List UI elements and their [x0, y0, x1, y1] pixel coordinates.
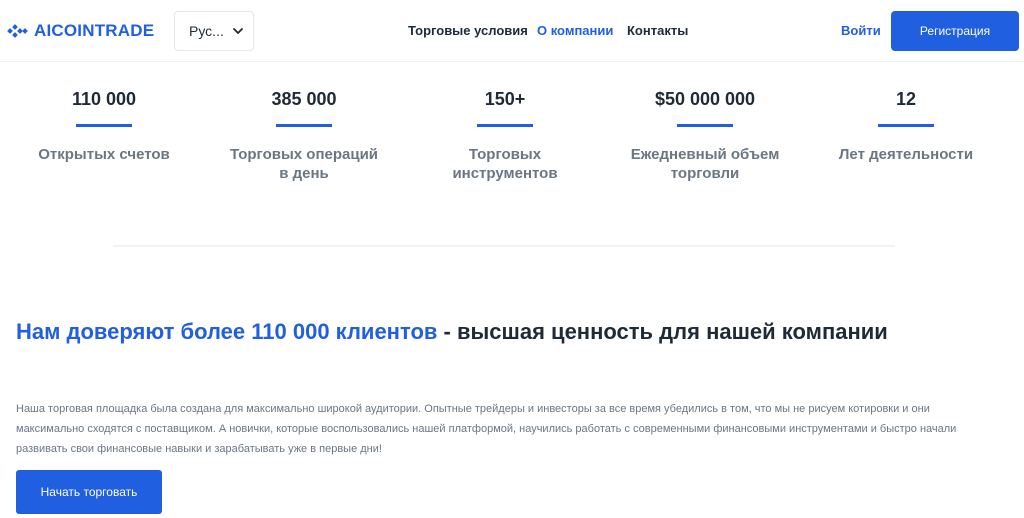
heading-highlight: Нам доверяют более 110 000 клиентов	[16, 319, 438, 344]
stat-value: 12	[895, 89, 917, 109]
site-header: AICOINTRADE Рус... Торговые условия О ко…	[0, 0, 1024, 62]
stat-label-line2: инструментов	[452, 165, 558, 182]
stat-value: 110 000	[71, 89, 137, 109]
language-selected-value: Рус...	[189, 23, 224, 39]
stat-daily-volume: $50 000 000 Ежедневный объем торговли	[605, 88, 805, 183]
stat-label: Открытых счетов	[4, 145, 204, 164]
diamond-cluster-icon	[7, 24, 28, 38]
language-select[interactable]: Рус...	[174, 11, 254, 51]
stat-operations: 385 000 Торговых операций в день	[204, 88, 404, 183]
stat-value: $50 000 000	[654, 89, 756, 109]
nav-contacts[interactable]: Контакты	[627, 23, 688, 38]
heading-rest: - высшая ценность для нашей компании	[437, 319, 888, 344]
stat-value: 385 000	[271, 89, 337, 109]
stat-underline	[677, 124, 733, 127]
logo-text: AICOINTRADE	[34, 21, 155, 40]
section-heading: Нам доверяют более 110 000 клиентов - вы…	[16, 316, 976, 348]
stat-years: 12 Лет деятельности	[806, 88, 1006, 164]
nav-about-company[interactable]: О компании	[537, 23, 613, 38]
stat-underline	[76, 124, 132, 127]
register-button[interactable]: Регистрация	[891, 11, 1019, 51]
stat-label-line1: Открытых счетов	[38, 146, 170, 163]
stat-label: Торговых операций в день	[204, 145, 404, 183]
start-trading-button[interactable]: Начать торговать	[16, 470, 162, 514]
stat-underline	[276, 124, 332, 127]
stat-label-line1: Ежедневный объем	[630, 146, 780, 163]
stat-label-line1: Лет деятельности	[838, 146, 974, 163]
section-description: Наша торговая площадка была создана для …	[16, 403, 957, 455]
logo[interactable]: AICOINTRADE	[7, 20, 154, 42]
stat-accounts: 110 000 Открытых счетов	[4, 88, 204, 164]
stat-instruments: 150+ Торговых инструментов	[405, 88, 605, 183]
nav-trading-conditions[interactable]: Торговые условия	[408, 23, 528, 38]
stat-label-line1: Торговых операций	[229, 146, 379, 163]
stat-label: Торговых инструментов	[405, 145, 605, 183]
stat-label-line2: торговли	[670, 165, 740, 182]
stat-label-line1: Торговых	[468, 146, 542, 163]
stat-label: Лет деятельности	[806, 145, 1006, 164]
stat-underline	[477, 124, 533, 127]
login-link[interactable]: Войти	[841, 23, 881, 38]
stat-underline	[878, 124, 934, 127]
section-divider	[113, 245, 895, 247]
chevron-down-icon	[232, 28, 243, 34]
stat-value: 150+	[484, 89, 526, 109]
stat-label-line2: в день	[279, 165, 329, 182]
stat-label: Ежедневный объем торговли	[605, 145, 805, 183]
